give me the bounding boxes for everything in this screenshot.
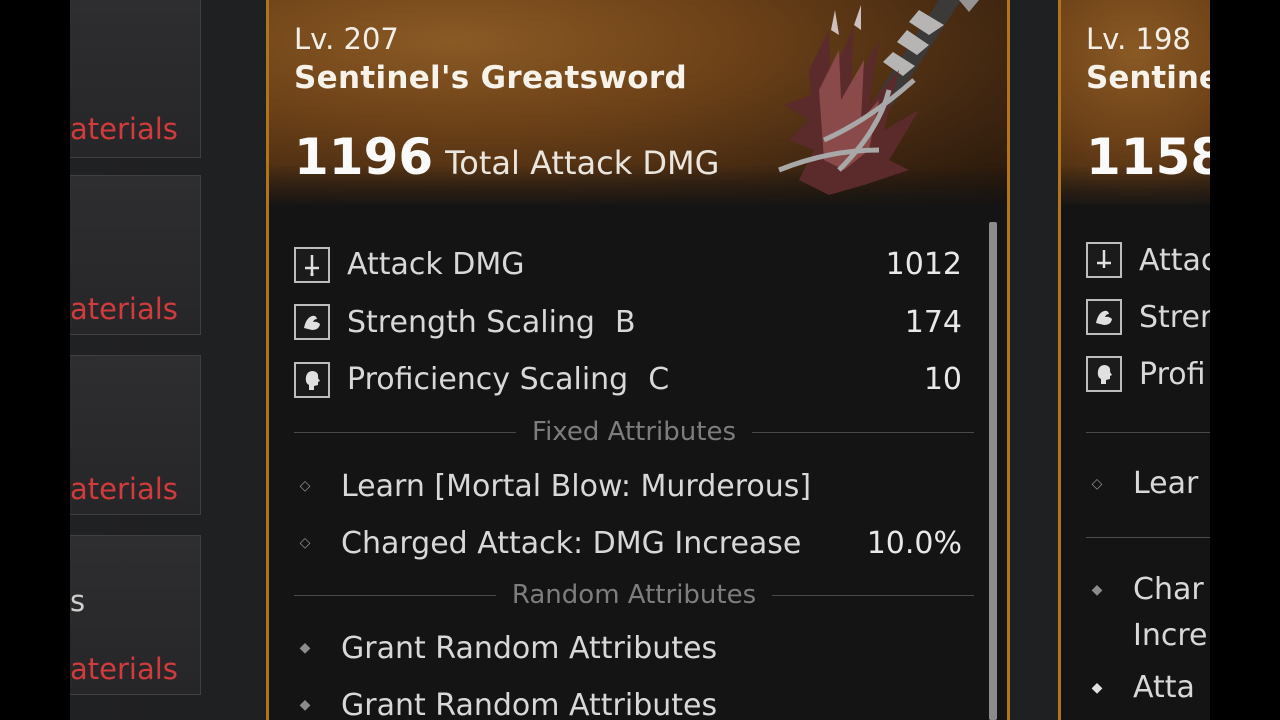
item-level: Lv. 207 xyxy=(294,22,399,56)
item-level: Lv. 198 xyxy=(1086,22,1191,56)
attribute-name: Lear xyxy=(1133,466,1199,501)
attribute-name: Learn [Mortal Blow: Murderous] xyxy=(341,468,812,504)
attribute-value: 10.0% xyxy=(866,525,962,561)
diamond-bullet-icon: ◇ xyxy=(299,478,311,494)
fixed-attributes-header: Fixed Attributes xyxy=(532,417,736,447)
random-attribute-row: ◆ Grant Random Attributes xyxy=(294,679,962,720)
stat-value: 1012 xyxy=(885,247,962,283)
attribute-name: Grant Random Attributes xyxy=(341,630,718,666)
stat-name: Profi xyxy=(1139,356,1206,392)
stat-row-attack: Attack DMG 1012 xyxy=(294,236,962,294)
total-attack-value: 1158 xyxy=(1086,128,1210,186)
stat-grade: B xyxy=(614,304,636,340)
sword-icon xyxy=(294,246,330,283)
attribute-name: Atta xyxy=(1133,670,1195,705)
total-attack-label: Total Attack DMG xyxy=(445,144,720,182)
slot-small-label: s xyxy=(70,584,86,618)
diamond-bullet-icon: ◆ xyxy=(1091,679,1103,696)
attribute-name: Incre xyxy=(1133,618,1208,653)
game-screen: aterials aterials aterials s aterials Lv… xyxy=(70,0,1210,720)
attribute-name: Charged Attack: DMG Increase xyxy=(341,525,802,561)
fixed-attributes-divider: Fixed Attributes xyxy=(294,412,974,452)
attribute-name: Grant Random Attributes xyxy=(341,687,718,720)
stats-list: Attack DMG 1012 Strength Scaling B 174 P… xyxy=(294,236,962,409)
random-attribute-row: ◆ Grant Random Attributes xyxy=(294,622,962,674)
random-attributes-divider: Random Attributes xyxy=(294,575,975,615)
stat-row: Attac xyxy=(1086,242,1210,278)
divider-line xyxy=(1086,432,1210,433)
diamond-bullet-icon: ◇ xyxy=(299,535,311,551)
slot-label: aterials xyxy=(70,472,178,506)
random-attributes-header: Random Attributes xyxy=(511,580,757,610)
diamond-bullet-icon: ◆ xyxy=(299,697,311,713)
stat-value: 10 xyxy=(923,362,962,398)
stat-name: Strer xyxy=(1139,299,1210,335)
fixed-attribute-row: ◇ Charged Attack: DMG Increase 10.0% xyxy=(294,517,962,569)
divider-line xyxy=(1086,537,1210,538)
slot-label: aterials xyxy=(70,112,178,146)
attribute-row-continuation: ◆ Incre xyxy=(1086,618,1208,653)
weapon-card[interactable]: Lv. 207 Sentinel's Greatsword 1196 Total… xyxy=(266,0,1010,720)
stat-grade: C xyxy=(648,362,670,398)
inventory-column: aterials aterials aterials s aterials xyxy=(70,0,270,720)
strength-arm-icon xyxy=(1086,299,1122,335)
proficiency-head-icon xyxy=(1086,356,1122,392)
attribute-name: Char xyxy=(1133,572,1204,607)
stat-name: Strength Scaling xyxy=(347,304,595,340)
stat-row: Profi xyxy=(1086,356,1206,392)
item-name: Sentinel's Greatsword xyxy=(294,60,687,96)
strength-arm-icon xyxy=(294,304,330,341)
attribute-row: ◆ Atta xyxy=(1086,670,1195,705)
stat-row: Strer xyxy=(1086,299,1210,335)
scrollbar[interactable] xyxy=(989,222,997,720)
attribute-row: ◆ Char xyxy=(1086,572,1204,607)
stat-value: 174 xyxy=(904,304,962,340)
stat-row-strength: Strength Scaling B 174 xyxy=(294,294,962,352)
stat-name: Proficiency Scaling xyxy=(347,362,629,398)
stat-name: Attack DMG xyxy=(347,247,525,283)
stat-row-proficiency: Proficiency Scaling C 10 xyxy=(294,351,962,409)
diamond-bullet-icon: ◇ xyxy=(1091,475,1103,492)
slot-label: aterials xyxy=(70,652,178,686)
diamond-bullet-icon: ◆ xyxy=(1091,581,1103,598)
proficiency-head-icon xyxy=(294,361,330,398)
total-attack: 1196 Total Attack DMG xyxy=(294,128,719,186)
slot-label: aterials xyxy=(70,292,178,326)
greatsword-image xyxy=(778,0,979,195)
sword-icon xyxy=(1086,242,1122,278)
attribute-row: ◇ Lear xyxy=(1086,466,1199,501)
diamond-bullet-icon: ◆ xyxy=(299,640,311,656)
item-name: Sentinel xyxy=(1086,60,1210,96)
compare-weapon-card[interactable]: Lv. 198 Sentinel 1158 Attac Strer Profi … xyxy=(1058,0,1210,720)
total-attack-value: 1196 xyxy=(294,128,434,186)
stat-name: Attac xyxy=(1139,242,1210,278)
fixed-attribute-row: ◇ Learn [Mortal Blow: Murderous] xyxy=(294,460,962,512)
